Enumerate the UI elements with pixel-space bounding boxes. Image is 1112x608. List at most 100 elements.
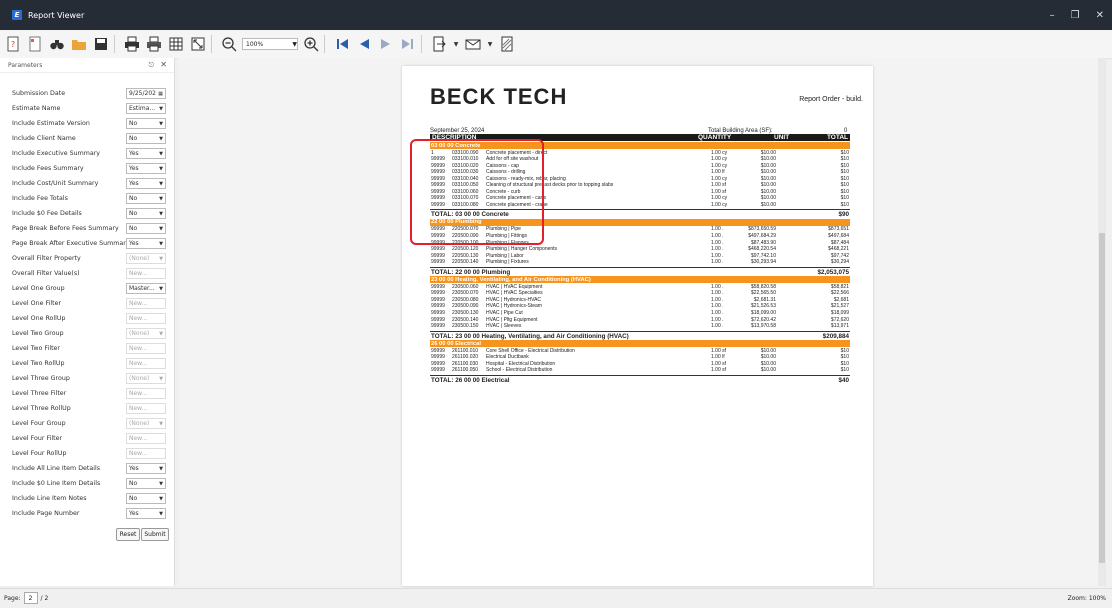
parameter-dropdown[interactable]: (None) ▼ xyxy=(126,372,166,384)
parameter-value: No xyxy=(129,119,138,127)
parameter-dropdown[interactable]: No ▼ xyxy=(126,477,166,489)
minimize-icon[interactable]: – xyxy=(1050,10,1055,21)
reset-button[interactable]: Reset xyxy=(116,528,140,541)
line-description: HVAC | HVAC Specialties xyxy=(486,290,543,297)
parameter-value: Estima... xyxy=(129,104,156,112)
parameter-dropdown[interactable]: No ▼ xyxy=(126,222,166,234)
parameter-row: Include $0 Line Item Details No ▼ xyxy=(12,477,167,489)
close-window-icon[interactable]: ✕ xyxy=(1096,10,1104,21)
parameter-label: Level Four Filter xyxy=(12,434,63,442)
parameter-dropdown[interactable]: Yes ▼ xyxy=(126,147,166,159)
zoom-in-icon[interactable] xyxy=(302,35,320,53)
print-icon[interactable] xyxy=(123,35,141,53)
parameter-dropdown[interactable]: (None) ▼ xyxy=(126,417,166,429)
parameters-toggle-icon[interactable]: ? xyxy=(4,35,22,53)
last-page-icon[interactable] xyxy=(399,35,417,53)
find-binoculars-icon[interactable] xyxy=(48,35,66,53)
line-quantity: 1.00 sf xyxy=(711,360,727,367)
pin-icon[interactable]: ⎋ xyxy=(148,61,154,70)
email-dropdown-chevron-icon[interactable]: ▼ xyxy=(486,35,494,53)
parameter-row: Overall Filter Value(s) New... xyxy=(12,267,167,279)
zoom-value: 100% xyxy=(246,40,264,48)
parameter-text-field[interactable]: New... xyxy=(126,342,166,354)
parameters-panel: Parameters ⎋ ✕ Submission Date 9/25/202 ▦ E… xyxy=(0,58,175,586)
line-unit-cost: $873,650.59 xyxy=(748,226,776,233)
previous-page-icon[interactable] xyxy=(355,35,373,53)
parameter-dropdown[interactable]: Yes ▼ xyxy=(126,177,166,189)
line-id: 99999 xyxy=(431,354,445,361)
parameter-row: Include Fees Summary Yes ▼ xyxy=(12,162,167,174)
fit-page-icon[interactable] xyxy=(189,35,207,53)
zoom-select[interactable]: 100% ▼ xyxy=(242,38,298,50)
parameter-value: New... xyxy=(129,359,148,367)
parameter-dropdown[interactable]: No ▼ xyxy=(126,132,166,144)
vertical-scrollbar[interactable] xyxy=(1098,58,1106,586)
window-controls: – ❐ ✕ xyxy=(1050,0,1104,30)
scrollbar-thumb[interactable] xyxy=(1099,233,1105,563)
parameter-dropdown[interactable]: No ▼ xyxy=(126,207,166,219)
parameter-text-field[interactable]: New... xyxy=(126,387,166,399)
line-total: $10 xyxy=(840,182,849,189)
parameters-panel-title: Parameters xyxy=(8,61,43,69)
parameter-row: Level One RollUp New... xyxy=(12,312,167,324)
chevron-down-icon: ▼ xyxy=(159,330,163,337)
parameter-value: New... xyxy=(129,404,148,412)
next-page-icon[interactable] xyxy=(377,35,395,53)
close-panel-icon[interactable]: ✕ xyxy=(160,60,167,69)
parameter-text-field[interactable]: New... xyxy=(126,312,166,324)
parameter-dropdown[interactable]: (None) ▼ xyxy=(126,252,166,264)
parameter-dropdown[interactable]: No ▼ xyxy=(126,492,166,504)
line-total: $10 xyxy=(840,175,849,182)
parameter-date-picker[interactable]: 9/25/202 ▦ xyxy=(126,87,166,99)
line-total: $10 xyxy=(840,367,849,374)
page-setup-grid-icon[interactable] xyxy=(167,35,185,53)
parameter-text-field[interactable]: New... xyxy=(126,297,166,309)
document-map-icon[interactable] xyxy=(26,35,44,53)
line-total: $10 xyxy=(840,149,849,156)
email-icon[interactable] xyxy=(464,35,482,53)
line-unit-cost: $10.00 xyxy=(760,149,776,156)
watermark-icon[interactable] xyxy=(498,35,516,53)
submit-button[interactable]: Submit xyxy=(141,528,169,541)
line-total: $2,681 xyxy=(833,296,849,303)
restore-icon[interactable]: ❐ xyxy=(1071,10,1080,21)
zoom-out-icon[interactable] xyxy=(220,35,238,53)
section-header: 23 00 00 Heating, Ventilating, and Air C… xyxy=(430,276,850,284)
line-unit-cost: $10.00 xyxy=(760,162,776,169)
parameter-dropdown[interactable]: Master... ▼ xyxy=(126,282,166,294)
parameter-text-field[interactable]: New... xyxy=(126,402,166,414)
parameter-value: (None) xyxy=(129,419,150,427)
parameter-label: Level Three Group xyxy=(12,374,70,382)
open-folder-icon[interactable] xyxy=(70,35,88,53)
line-total: $10 xyxy=(840,156,849,163)
parameter-dropdown[interactable]: Yes ▼ xyxy=(126,237,166,249)
line-total: $30,294 xyxy=(830,259,849,266)
parameter-dropdown[interactable]: Yes ▼ xyxy=(126,507,166,519)
section-total-label: TOTAL: 26 00 00 Electrical xyxy=(431,376,510,384)
save-icon[interactable] xyxy=(92,35,110,53)
parameter-dropdown[interactable]: Yes ▼ xyxy=(126,462,166,474)
parameter-text-field[interactable]: New... xyxy=(126,447,166,459)
parameter-value: No xyxy=(129,494,138,502)
parameter-value: Yes xyxy=(129,149,139,157)
parameter-text-field[interactable]: New... xyxy=(126,357,166,369)
parameter-text-field[interactable]: New... xyxy=(126,267,166,279)
parameter-row: Level Four Group (None) ▼ xyxy=(12,417,167,429)
parameter-label: Level Three Filter xyxy=(12,389,67,397)
first-page-icon[interactable] xyxy=(333,35,351,53)
parameter-dropdown[interactable]: Estima... ▼ xyxy=(126,102,166,114)
page-number-input[interactable]: 2 xyxy=(23,592,38,604)
parameter-label: Level One Group xyxy=(12,284,65,292)
section-total-row: TOTAL: 22 00 00 Plumbing $2,053,075 xyxy=(430,266,850,276)
export-dropdown-chevron-icon[interactable]: ▼ xyxy=(452,35,460,53)
parameter-dropdown[interactable]: Yes ▼ xyxy=(126,162,166,174)
export-icon[interactable] xyxy=(430,35,448,53)
parameter-dropdown[interactable]: No ▼ xyxy=(126,117,166,129)
parameter-text-field[interactable]: New... xyxy=(126,432,166,444)
parameter-dropdown[interactable]: No ▼ xyxy=(126,192,166,204)
line-id: 99999 xyxy=(431,316,445,323)
parameter-dropdown[interactable]: (None) ▼ xyxy=(126,327,166,339)
quick-print-icon[interactable] xyxy=(145,35,163,53)
parameter-row: Page Break After Executive Summary Yes ▼ xyxy=(12,237,167,249)
report-title: Report Order - build. xyxy=(799,96,863,103)
